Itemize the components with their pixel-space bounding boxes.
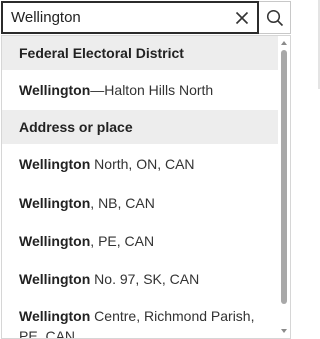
suggestion-match: Wellington <box>19 271 91 287</box>
suggestion-item[interactable]: Wellington—Halton Hills North <box>2 70 280 110</box>
group-header-electoral-district: Federal Electoral District <box>2 36 280 70</box>
search-box <box>1 1 259 34</box>
group-header-address-or-place: Address or place <box>2 110 280 144</box>
suggestion-rest: North, ON, CAN <box>90 156 195 172</box>
scrollbar-thumb[interactable] <box>281 50 287 304</box>
search-input[interactable] <box>3 3 227 32</box>
suggestion-match: Wellington <box>19 195 91 211</box>
suggestion-match: Wellington <box>19 82 91 98</box>
clear-button[interactable] <box>227 3 257 32</box>
suggestion-match: Wellington <box>19 156 91 172</box>
close-icon <box>235 11 249 24</box>
suggestion-rest: —Halton Hills North <box>90 82 214 98</box>
suggestion-match: Wellington <box>19 233 91 249</box>
suggestion-item[interactable]: Wellington North, ON, CAN <box>2 144 280 184</box>
suggestion-item[interactable]: Wellington, NB, CAN <box>2 184 280 222</box>
suggestion-rest: , NB, CAN <box>90 195 155 211</box>
suggestions-dropdown: Federal Electoral District Wellington—Ha… <box>1 35 291 339</box>
suggestion-item[interactable]: Wellington, PE, CAN <box>2 222 280 260</box>
dropdown-scrollbar[interactable] <box>278 36 290 338</box>
search-button[interactable] <box>259 1 291 34</box>
suggestion-item[interactable]: Wellington No. 97, SK, CAN <box>2 260 280 298</box>
suggestions-list: Federal Electoral District Wellington—Ha… <box>2 36 280 338</box>
suggestion-rest: , PE, CAN <box>90 233 155 249</box>
search-icon <box>266 9 283 26</box>
search-bar <box>1 1 291 34</box>
scroll-down-arrow-icon[interactable] <box>281 329 287 333</box>
scroll-up-arrow-icon[interactable] <box>281 41 287 45</box>
suggestion-item[interactable]: Wellington Centre, Richmond Parish, PE, … <box>2 298 280 338</box>
suggestion-rest: No. 97, SK, CAN <box>90 271 200 287</box>
suggestion-match: Wellington <box>19 308 91 324</box>
